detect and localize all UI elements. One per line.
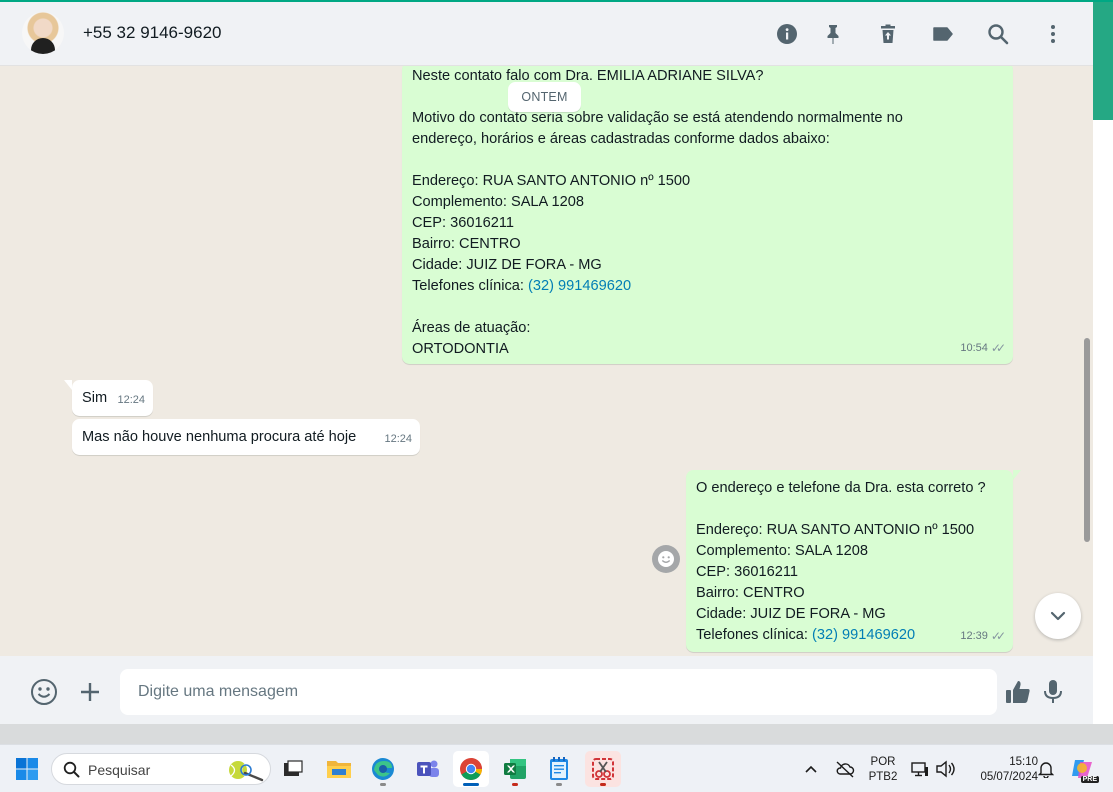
window-edge xyxy=(1093,120,1113,724)
tennis-doodle-icon xyxy=(229,761,264,782)
contact-avatar[interactable] xyxy=(22,12,64,54)
snipping-tool-button[interactable] xyxy=(585,751,621,787)
pin-icon[interactable] xyxy=(821,22,845,46)
copilot-button[interactable]: PRE xyxy=(1064,751,1100,787)
message-time: 12:39 ✓✓ xyxy=(960,626,1006,647)
double-check-icon: ✓✓ xyxy=(990,629,1006,643)
folder-icon xyxy=(327,761,351,778)
contact-name[interactable]: +55 32 9146-9620 xyxy=(83,23,222,43)
window-edge-accent xyxy=(1093,2,1113,120)
file-explorer-button[interactable] xyxy=(321,751,357,787)
preview-badge: PRE xyxy=(1080,776,1099,783)
whatsapp-app: +55 32 9146-9620 Neste contato falo com … xyxy=(0,2,1093,724)
network-status-button[interactable] xyxy=(906,751,934,787)
message-text: Sim xyxy=(82,390,108,406)
edge-browser-button[interactable] xyxy=(365,751,401,787)
microphone-icon[interactable] xyxy=(1038,677,1068,707)
message-input[interactable] xyxy=(120,669,997,715)
onedrive-status-button[interactable] xyxy=(828,751,862,787)
task-view-icon xyxy=(284,760,303,776)
message-time: 12:24 xyxy=(117,394,145,406)
clock[interactable]: 15:10 05/07/2024 xyxy=(962,755,1038,785)
scroll-to-bottom-button[interactable] xyxy=(1035,593,1081,639)
tray-overflow-button[interactable] xyxy=(794,751,828,787)
chat-scrollbar[interactable] xyxy=(1084,338,1090,542)
cloud-off-icon xyxy=(836,761,855,778)
more-icon[interactable] xyxy=(1041,22,1065,46)
search-icon xyxy=(63,761,80,778)
running-indicator xyxy=(512,783,518,786)
edge-icon xyxy=(372,758,394,780)
volume-button[interactable] xyxy=(932,751,958,787)
chat-header: +55 32 9146-9620 xyxy=(0,2,1093,66)
bubble-tail xyxy=(1013,470,1021,480)
notepad-icon xyxy=(550,757,568,780)
thumbs-up-icon[interactable] xyxy=(1003,677,1033,707)
chevron-down-icon xyxy=(1050,611,1066,621)
running-indicator xyxy=(556,783,562,786)
chrome-icon xyxy=(460,758,482,780)
message-bubble-incoming[interactable]: Mas não houve nenhuma procura até hoje 1… xyxy=(72,419,420,455)
bubble-tail xyxy=(64,380,72,390)
date-chip: ONTEM xyxy=(508,82,581,112)
input-language-indicator[interactable]: POR PTB2 xyxy=(862,755,904,785)
delete-icon[interactable] xyxy=(876,22,900,46)
teams-button[interactable] xyxy=(410,751,446,787)
running-indicator xyxy=(380,783,386,786)
message-bubble-outgoing[interactable]: O endereço e telefone da Dra. esta corre… xyxy=(686,470,1013,652)
window-bottom-gap xyxy=(0,724,1113,744)
windows-taskbar: Pesquisar POR PTB2 15:10 05/07/2024 PRE xyxy=(0,744,1113,792)
windows-logo-icon xyxy=(16,758,38,780)
chrome-button[interactable] xyxy=(453,751,489,787)
info-icon[interactable] xyxy=(775,22,799,46)
message-text: Neste contato falo com Dra. EMILIA ADRIA… xyxy=(412,68,903,357)
message-time: 12:24 xyxy=(384,433,412,445)
taskbar-search-label: Pesquisar xyxy=(88,762,151,778)
chat-pane[interactable]: Neste contato falo com Dra. EMILIA ADRIA… xyxy=(0,66,1093,656)
message-composer xyxy=(0,656,1093,724)
running-indicator xyxy=(600,783,606,786)
task-view-button[interactable] xyxy=(275,751,311,787)
excel-button[interactable] xyxy=(497,751,533,787)
message-text: O endereço e telefone da Dra. esta corre… xyxy=(696,480,986,643)
notepad-button[interactable] xyxy=(541,751,577,787)
smiley-icon xyxy=(658,551,674,567)
message-bubble-outgoing[interactable]: Neste contato falo com Dra. EMILIA ADRIA… xyxy=(402,66,1013,364)
phone-link[interactable]: (32) 991469620 xyxy=(812,627,915,643)
message-text: Mas não houve nenhuma procura até hoje xyxy=(82,429,357,445)
teams-icon xyxy=(417,760,439,777)
network-icon xyxy=(911,762,928,777)
snipping-tool-icon xyxy=(592,758,614,780)
phone-link[interactable]: (32) 991469620 xyxy=(528,278,631,294)
plus-icon[interactable] xyxy=(75,677,105,707)
start-button[interactable] xyxy=(9,751,45,787)
excel-icon xyxy=(504,759,526,779)
double-check-icon: ✓✓ xyxy=(990,341,1006,355)
chevron-up-icon xyxy=(805,765,817,773)
message-bubble-incoming[interactable]: Sim 12:24 xyxy=(72,380,153,416)
message-time: 10:54 ✓✓ xyxy=(960,338,1006,359)
search-icon[interactable] xyxy=(986,22,1010,46)
label-icon[interactable] xyxy=(931,22,955,46)
emoji-reaction-button[interactable] xyxy=(652,545,680,573)
active-indicator xyxy=(463,783,479,786)
bell-icon xyxy=(1038,762,1054,778)
taskbar-search[interactable]: Pesquisar xyxy=(51,753,271,785)
emoji-icon[interactable] xyxy=(29,677,59,707)
notifications-button[interactable] xyxy=(1030,751,1062,787)
speaker-icon xyxy=(936,760,955,778)
